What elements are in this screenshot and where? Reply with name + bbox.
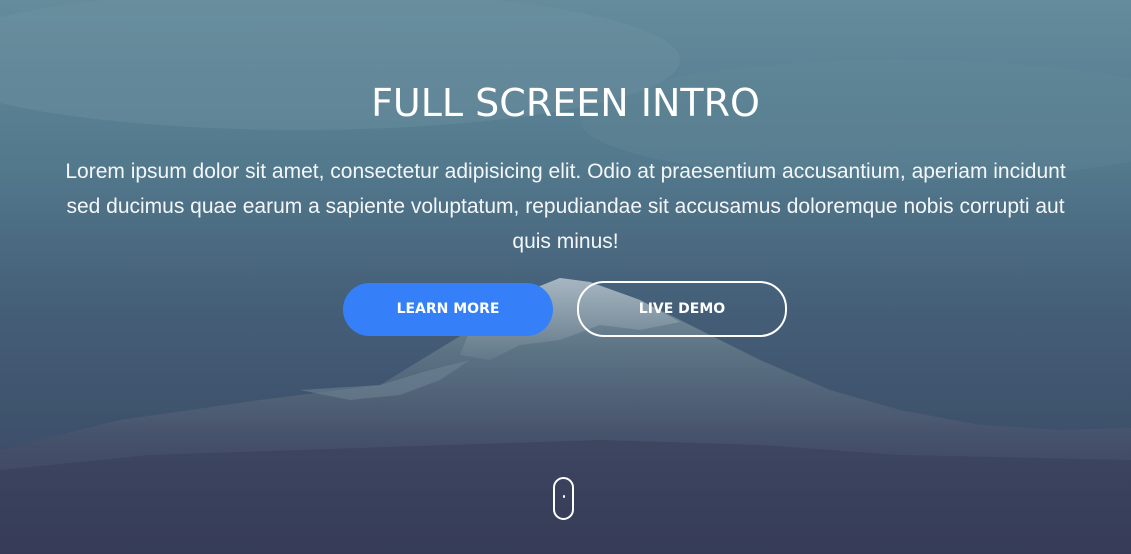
hero-description: Lorem ipsum dolor sit amet, consectetur …: [65, 160, 1066, 253]
hero-title: FULL SCREEN INTRO: [371, 81, 760, 125]
mouse-scroll-icon[interactable]: [553, 477, 574, 520]
hero-section: FULL SCREEN INTRO Lorem ipsum dolor sit …: [0, 0, 1131, 554]
scroll-wheel-dot: [563, 495, 565, 498]
live-demo-button[interactable]: LIVE DEMO: [577, 281, 787, 337]
learn-more-button[interactable]: LEARN MORE: [343, 283, 553, 336]
